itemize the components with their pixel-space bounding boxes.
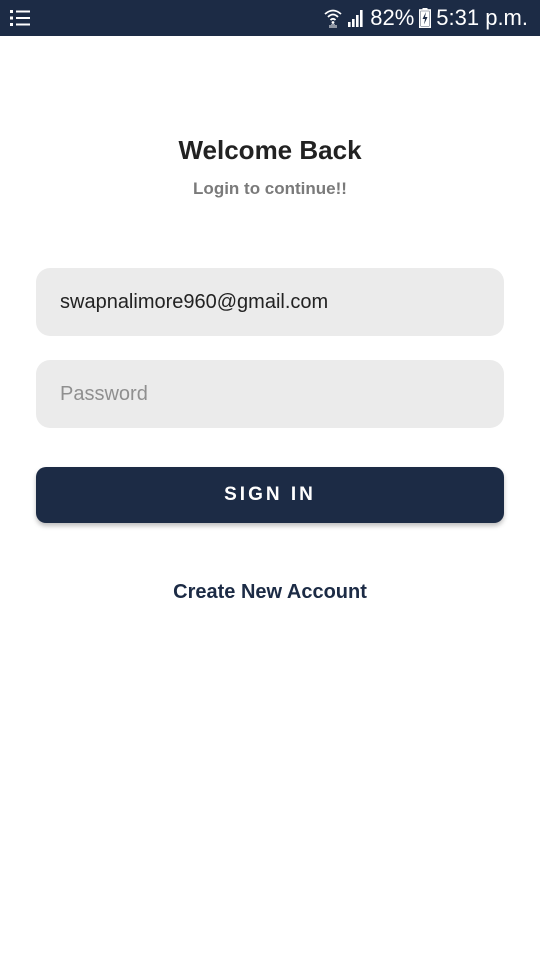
wifi-icon	[324, 8, 342, 28]
status-indicators: 82% 5:31 p.m.	[324, 0, 528, 36]
page-subtitle: Login to continue!!	[193, 179, 347, 198]
battery-charging-icon	[419, 8, 432, 28]
status-bar: 82% 5:31 p.m.	[0, 0, 540, 36]
create-account-link[interactable]: Create New Account	[0, 581, 540, 604]
battery-percent: 82%	[370, 5, 415, 30]
signin-button[interactable]: SIGN IN	[36, 467, 504, 523]
login-screen: 82% 5:31 p.m. Welcome Back Login to cont…	[0, 0, 540, 960]
clock-time: 5:31 p.m.	[436, 5, 528, 30]
page-title: Welcome Back	[178, 135, 362, 165]
email-field[interactable]	[36, 268, 504, 336]
password-field[interactable]	[36, 360, 504, 428]
list-icon	[10, 9, 30, 27]
signal-icon	[347, 9, 365, 27]
